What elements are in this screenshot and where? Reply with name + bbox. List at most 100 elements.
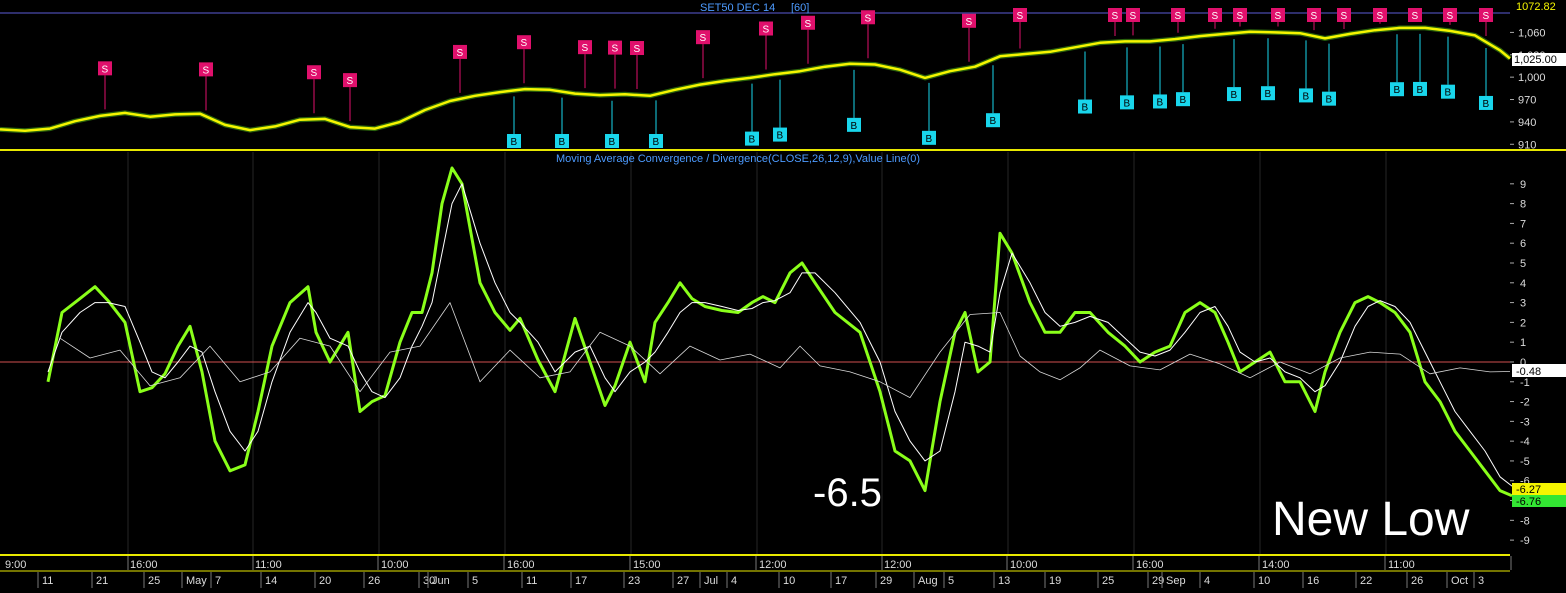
sell-signal-letter: S [1447, 11, 1454, 22]
sell-signal-letter: S [102, 64, 109, 75]
sell-signal-letter: S [1311, 11, 1318, 22]
sell-signal-letter: S [203, 65, 210, 76]
price-tick-label: 1,060 [1518, 27, 1546, 39]
sell-signal-letter: S [457, 48, 464, 59]
date-label: Jun [432, 575, 450, 587]
buy-signal-letter: B [559, 137, 566, 148]
time-label: 11:00 [255, 559, 282, 571]
macd-tick-label: 1 [1520, 337, 1526, 349]
time-label: 10:00 [1010, 559, 1038, 571]
date-label: Aug [918, 575, 938, 587]
sell-signal-letter: S [1212, 11, 1219, 22]
sell-signal-letter: S [1175, 11, 1182, 22]
price-tick-label: 970 [1518, 95, 1536, 107]
sell-signal-letter: S [966, 17, 973, 28]
buy-signal-letter: B [1124, 98, 1131, 109]
macd-tick-label: -1 [1520, 377, 1530, 389]
date-label: 11 [42, 575, 53, 587]
buy-signal-letter: B [926, 134, 933, 145]
time-label: 11:00 [1388, 559, 1415, 571]
sell-signal-letter: S [1412, 11, 1419, 22]
buy-signal-letter: B [511, 137, 518, 148]
buy-signal-letter: B [609, 137, 616, 148]
sell-signal-letter: S [1237, 11, 1244, 22]
date-label: 3 [1478, 575, 1484, 587]
sell-signal-letter: S [1483, 11, 1490, 22]
date-label: Oct [1451, 575, 1468, 587]
sell-signal-letter: S [865, 13, 872, 24]
date-label: 19 [1049, 575, 1061, 587]
macd-tick-label: -3 [1520, 416, 1530, 428]
buy-signal-letter: B [1483, 99, 1490, 110]
date-label: 4 [1204, 575, 1210, 587]
date-label: 17 [835, 575, 847, 587]
buy-signal-letter: B [1157, 97, 1164, 108]
date-label: 5 [472, 575, 478, 587]
buy-signal-letter: B [653, 137, 660, 148]
buy-signal-letter: B [990, 116, 997, 127]
sell-signal-letter: S [700, 33, 707, 44]
macd-tick-label: 7 [1520, 218, 1526, 230]
macd-last-label: -6.76 [1516, 496, 1541, 508]
date-label: 13 [998, 575, 1010, 587]
macd-tick-label: -9 [1520, 535, 1530, 547]
date-label: 7 [215, 575, 221, 587]
buy-signal-letter: B [1326, 95, 1333, 106]
sell-signal-letter: S [763, 25, 770, 36]
date-label: 26 [368, 575, 380, 587]
macd-tick-label: -8 [1520, 515, 1530, 527]
date-label: 25 [148, 575, 160, 587]
date-label: 23 [628, 575, 640, 587]
sell-signal-letter: S [612, 44, 619, 55]
sell-signal-letter: S [634, 44, 641, 55]
buy-signal-letter: B [1180, 95, 1187, 106]
price-chart-interval: [60] [791, 2, 809, 14]
macd-tick-label: 4 [1520, 278, 1526, 290]
time-label: 12:00 [884, 559, 912, 571]
high-value-label: 1072.82 [1516, 1, 1556, 13]
date-label: Sep [1166, 575, 1186, 587]
macd-chart-title: Moving Average Convergence / Divergence(… [556, 153, 920, 165]
date-label: 16 [1307, 575, 1319, 587]
date-label: 10 [783, 575, 795, 587]
buy-signal-letter: B [1231, 90, 1238, 101]
date-label: 4 [731, 575, 737, 587]
sell-signal-letter: S [1341, 11, 1348, 22]
sell-signal-letter: S [521, 38, 528, 49]
buy-signal-letter: B [749, 135, 756, 146]
buy-signal-letter: B [1394, 85, 1401, 96]
sell-signal-letter: S [1130, 11, 1137, 22]
macd-tick-label: 9 [1520, 179, 1526, 191]
buy-signal-letter: B [1417, 85, 1424, 96]
price-tick-label: 1,000 [1518, 72, 1546, 84]
date-label: 29 [880, 575, 892, 587]
sell-signal-letter: S [311, 68, 318, 79]
date-label: 21 [96, 575, 108, 587]
date-label: 27 [677, 575, 689, 587]
date-label: 20 [319, 575, 331, 587]
sell-signal-letter: S [1017, 11, 1024, 22]
macd-tick-label: -4 [1520, 436, 1530, 448]
buy-signal-letter: B [1303, 91, 1310, 102]
time-label: 12:00 [759, 559, 787, 571]
chart-svg: SET50 DEC 14 [60] 1,0601,0301,0009709409… [0, 0, 1566, 588]
price-tick-label: 940 [1518, 117, 1536, 129]
date-label: 26 [1411, 575, 1423, 587]
macd-tick-label: 6 [1520, 238, 1526, 250]
buy-signal-letter: B [777, 131, 784, 142]
date-label: 5 [948, 575, 954, 587]
sell-signal-letter: S [1112, 11, 1119, 22]
buy-signal-letter: B [1082, 103, 1089, 114]
date-label: 10 [1258, 575, 1270, 587]
buy-signal-letter: B [851, 121, 858, 132]
macd-tick-label: 5 [1520, 258, 1526, 270]
last-price-label: 1,025.00 [1514, 54, 1557, 66]
sell-signal-letter: S [582, 43, 589, 54]
sell-signal-letter: S [347, 76, 354, 87]
sell-signal-letter: S [1275, 11, 1282, 22]
date-label: May [186, 575, 207, 587]
time-label: 10:00 [381, 559, 409, 571]
time-label: 16:00 [130, 559, 158, 571]
date-label: 11 [526, 575, 537, 587]
macd-tick-label: -5 [1520, 456, 1530, 468]
